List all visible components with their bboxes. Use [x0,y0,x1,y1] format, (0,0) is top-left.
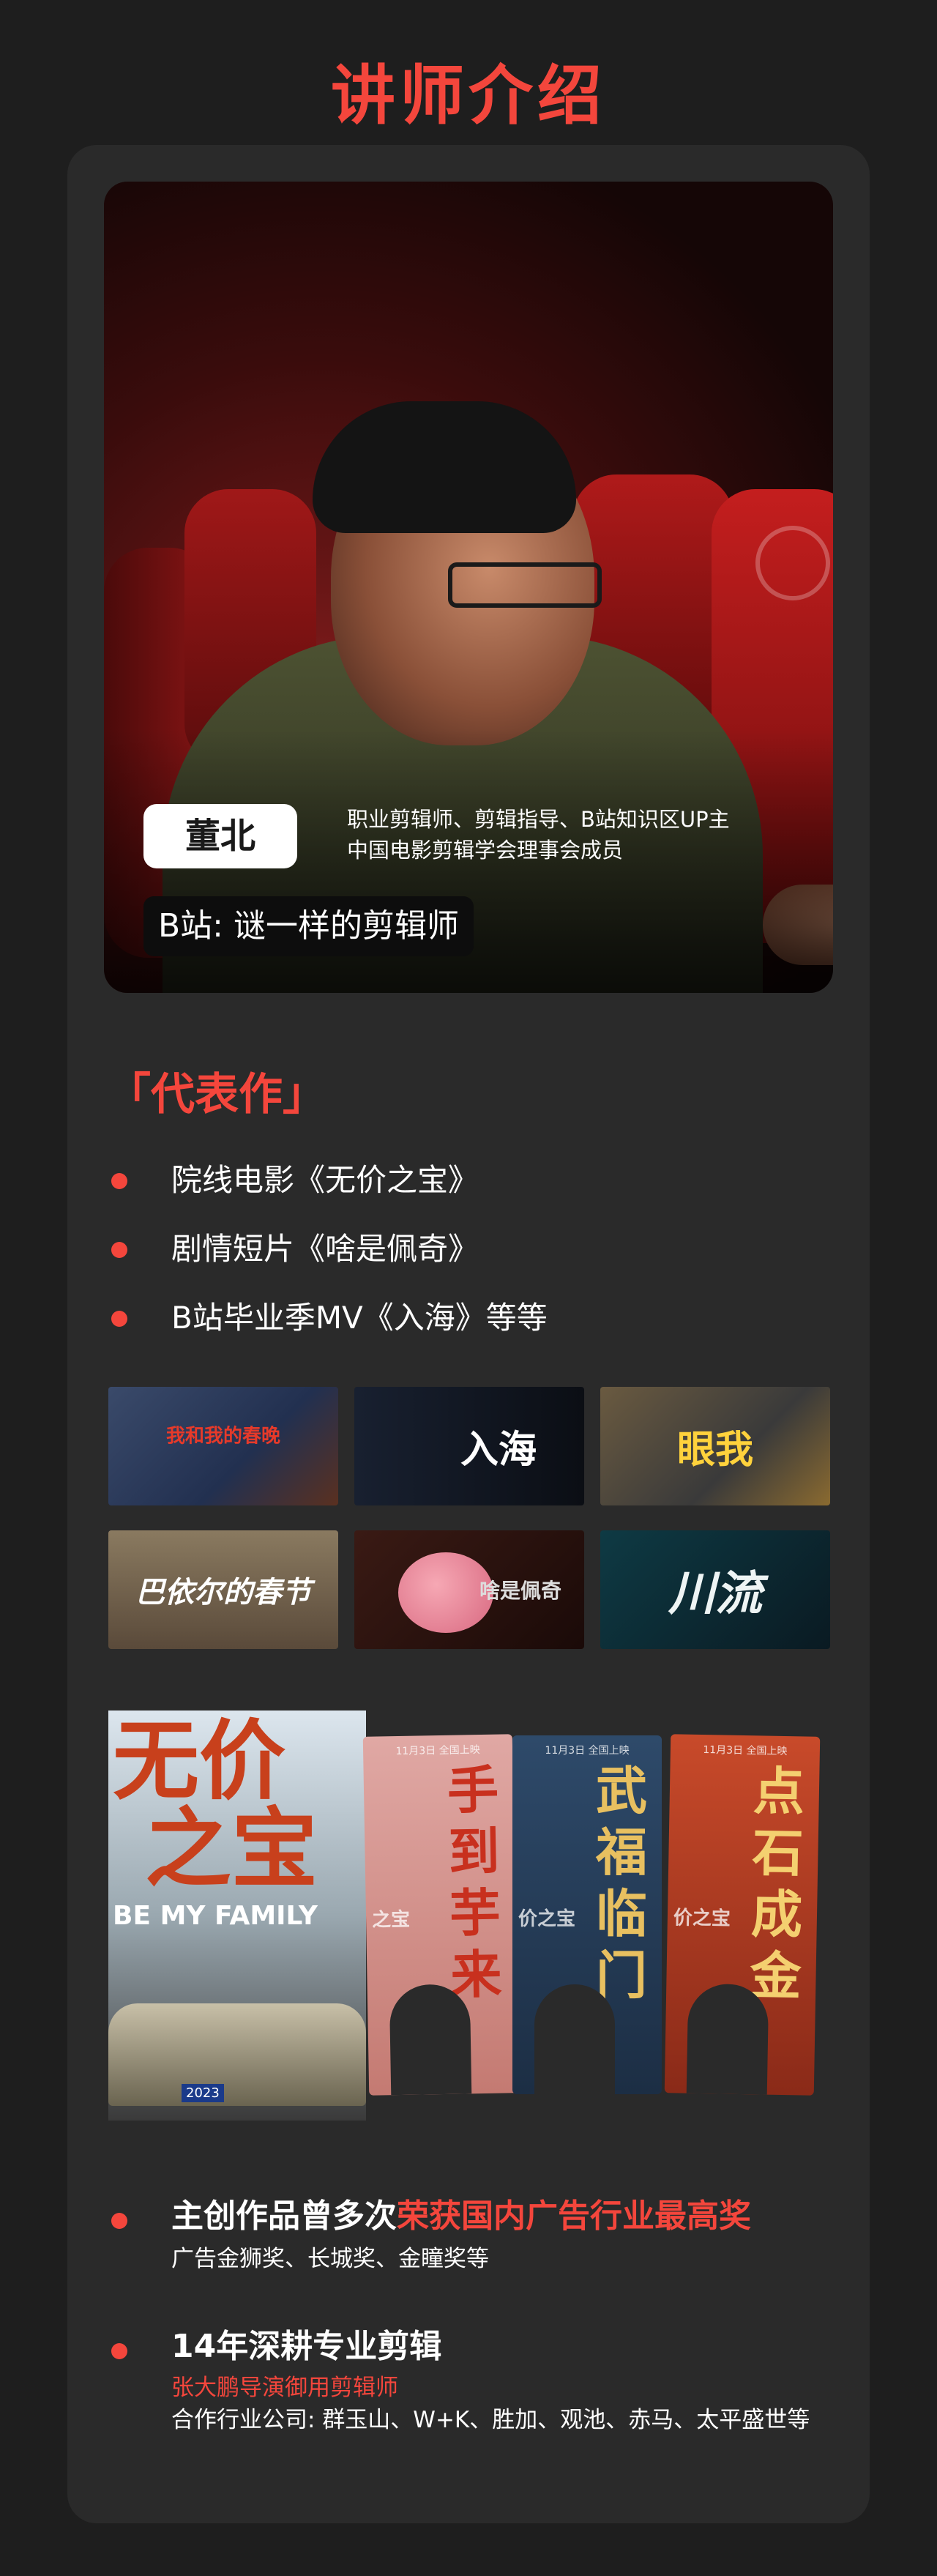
achievement-role: 张大鹏导演御用剪辑师 [171,2375,398,2401]
achievement-prefix: 14年深耕专业剪辑 [171,2328,442,2365]
bullet-dot [111,2343,127,2359]
section-title: 讲师介绍 [330,58,606,133]
car-image [108,2003,366,2106]
poster-title: 武福临门 [596,1761,647,2006]
thumbnail-title: 眼我 [676,1428,753,1473]
work-title: 剧情短片《啥是佩奇》 [171,1231,479,1267]
poster-figure [686,1983,769,2095]
side-poster: 11月3日 全国上映 手到芋来 之宝 [362,1734,519,2096]
poster-title: 无价 [113,1710,286,1812]
achievement-highlight: 荣获国内广告行业最高奖 [397,2197,751,2235]
license-plate: 2023 [182,2084,224,2102]
bio-line: 中国电影剪辑学会理事会成员 [347,838,624,863]
thumbnail-title: 我和我的春晚 [165,1425,280,1448]
poster-release: 11月3日 全国上映 [395,1744,480,1758]
poster-figure [389,1984,472,2096]
poster-title: 手到芋来 [447,1760,503,2006]
poster-subtitle: BE MY FAMILY [113,1901,318,1931]
bullet-dot [111,2213,127,2229]
poster-subtitle: 价之宝 [518,1908,576,1930]
bullet-dot [111,1242,127,1258]
main-poster: 无价 之宝 BE MY FAMILY 2023 [108,1710,366,2121]
poster-release: 11月3日 全国上映 [703,1744,788,1758]
achievement-detail: 广告金狮奖、长城奖、金瞳奖等 [171,2246,489,2272]
thumbnail-title: 川流 [668,1567,762,1621]
instructor-photo [104,182,833,993]
works-heading: 「代表作」 [107,1069,326,1120]
poster-title: 之宝 [145,1798,318,1899]
seat-logo [755,526,830,600]
achievement-prefix: 主创作品曾多次 [171,2197,397,2235]
thumbnail-title: 入海 [460,1428,537,1473]
thumbnail-chuan-liu: 川流 [600,1530,830,1649]
poster-figure [534,1984,615,2094]
bio-line: 职业剪辑师、剪辑指导、B站知识区UP主 [347,807,730,832]
achievement-title: 14年深耕专业剪辑 [171,2321,441,2372]
poster-release: 11月3日 全国上映 [545,1745,630,1757]
work-title: 院线电影《无价之宝》 [171,1162,479,1198]
bullet-dot [111,1311,127,1327]
poster-title: 点石成金 [749,1761,805,2007]
side-poster: 11月3日 全国上映 点石成金 价之宝 [664,1734,821,2096]
thumbnail-wo-he-wo-de-chunwan: 我和我的春晚 [108,1387,338,1505]
side-poster: 11月3日 全国上映 武福临门 价之宝 [512,1735,662,2094]
thumbnail-title: 啥是佩奇 [479,1579,561,1603]
bullet-dot [111,1173,127,1189]
work-title: B站毕业季MV《入海》等等 [171,1300,548,1336]
achievement-detail: 合作行业公司: 群玉山、W+K、胜加、观池、赤马、太平盛世等 [171,2407,810,2433]
achievement-title: 主创作品曾多次荣获国内广告行业最高奖 [171,2191,751,2242]
poster-subtitle: 价之宝 [673,1907,731,1930]
thumbnail-peppa: 啥是佩奇 [354,1530,584,1649]
thumbnail-title: 巴依尔的春节 [135,1576,311,1609]
glasses [448,562,602,608]
thumbnail-yan-wo: 眼我 [600,1387,830,1505]
instructor-bio: 职业剪辑师、剪辑指导、B站知识区UP主 中国电影剪辑学会理事会成员 [347,804,730,866]
thumbnail-spring-festival: 巴依尔的春节 [108,1530,338,1649]
person-hair [313,401,576,533]
channel-badge: B站: 谜一样的剪辑师 [143,896,474,956]
thumbnail-ru-hai: 入海 [354,1387,584,1505]
instructor-name: 董北 [143,804,297,868]
poster-subtitle: 之宝 [371,1908,411,1932]
